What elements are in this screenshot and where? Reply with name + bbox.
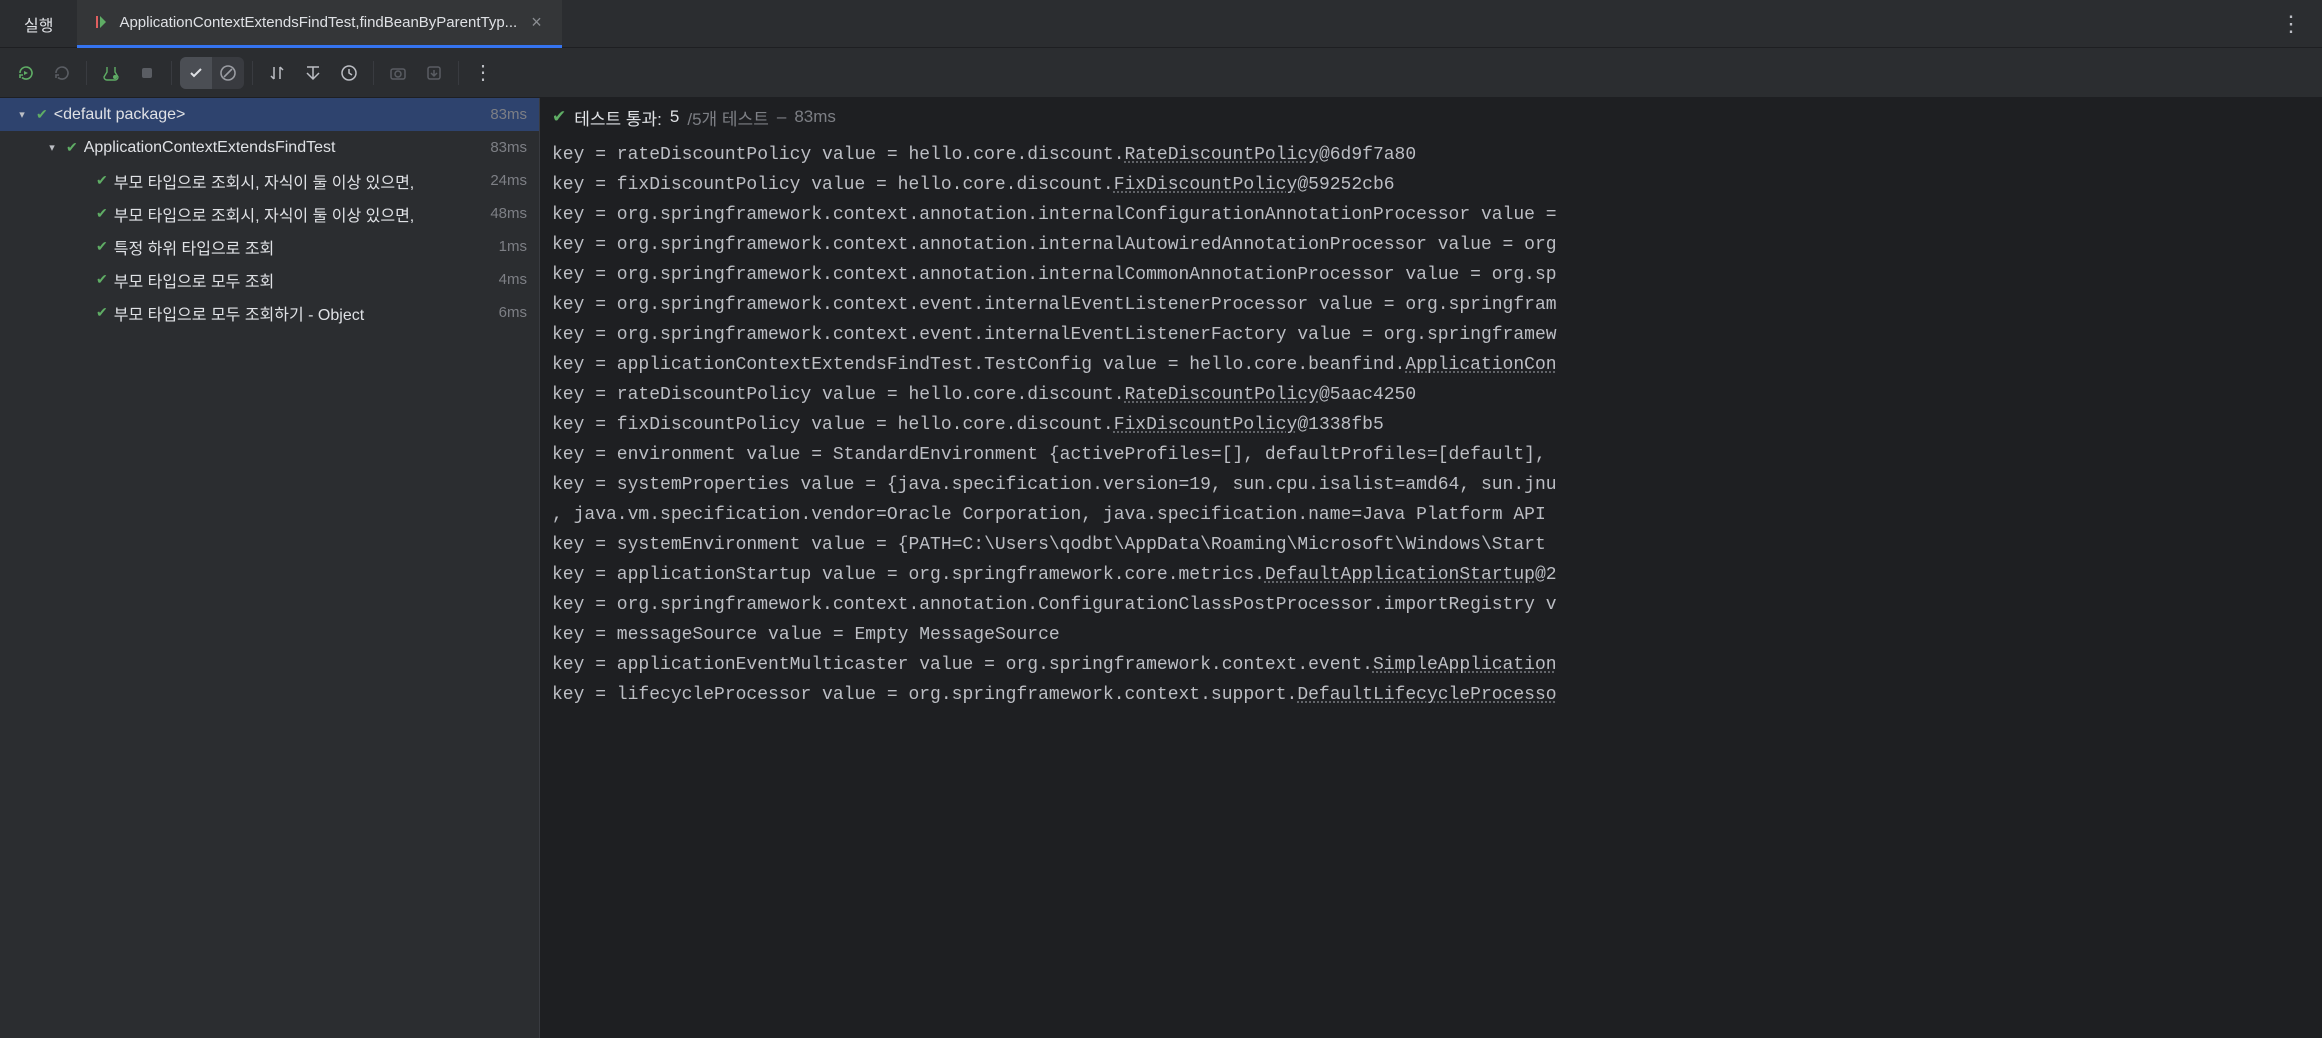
tree-node-label: 부모 타입으로 모두 조회하기 - Object bbox=[114, 301, 499, 325]
console-line: key = messageSource value = Empty Messag… bbox=[552, 620, 2310, 650]
toolbar-more-icon[interactable]: ⋮ bbox=[467, 57, 499, 89]
tree-test-row[interactable]: ✔ 부모 타입으로 모두 조회하기 - Object 6ms bbox=[0, 296, 539, 329]
expand-all-button[interactable] bbox=[297, 57, 329, 89]
tree-node-label: 부모 타입으로 모두 조회 bbox=[114, 268, 499, 292]
tree-node-label: ApplicationContextExtendsFindTest bbox=[84, 139, 491, 157]
show-ignored-button[interactable] bbox=[212, 57, 244, 89]
tab-title: ApplicationContextExtendsFindTest,findBe… bbox=[119, 14, 517, 31]
status-count: 5 bbox=[670, 107, 679, 127]
pass-icon: ✔ bbox=[96, 238, 108, 255]
more-menu-icon[interactable]: ⋮ bbox=[2260, 11, 2322, 37]
pass-icon: ✔ bbox=[96, 304, 108, 321]
console-output[interactable]: key = rateDiscountPolicy value = hello.c… bbox=[540, 136, 2322, 1038]
stop-button[interactable] bbox=[131, 57, 163, 89]
tree-node-label: 부모 타입으로 조회시, 자식이 둘 이상 있으면, bbox=[114, 202, 491, 226]
tree-node-time: 83ms bbox=[490, 139, 527, 156]
console-line: key = org.springframework.context.annota… bbox=[552, 200, 2310, 230]
run-config-icon bbox=[93, 14, 109, 30]
console-line: key = org.springframework.context.annota… bbox=[552, 260, 2310, 290]
tree-test-row[interactable]: ✔ 부모 타입으로 조회시, 자식이 둘 이상 있으면, 24ms bbox=[0, 164, 539, 197]
status-dash: – bbox=[777, 107, 786, 127]
pass-icon: ✔ bbox=[66, 139, 78, 156]
pass-icon: ✔ bbox=[96, 205, 108, 222]
run-toolbar: ⋮ bbox=[0, 48, 2322, 98]
tree-class-row[interactable]: ▾ ✔ ApplicationContextExtendsFindTest 83… bbox=[0, 131, 539, 164]
export-button[interactable] bbox=[418, 57, 450, 89]
show-passed-button[interactable] bbox=[180, 57, 212, 89]
tree-node-label: 부모 타입으로 조회시, 자식이 둘 이상 있으면, bbox=[114, 169, 491, 193]
close-icon[interactable]: × bbox=[527, 12, 546, 33]
tree-node-label: 특정 하위 타입으로 조회 bbox=[114, 235, 499, 259]
console-line: key = rateDiscountPolicy value = hello.c… bbox=[552, 140, 2310, 170]
status-total: /5개 테스트 bbox=[687, 105, 768, 130]
tree-root-row[interactable]: ▾ ✔ <default package> 83ms bbox=[0, 98, 539, 131]
console-line: key = applicationEventMulticaster value … bbox=[552, 650, 2310, 680]
pass-icon: ✔ bbox=[96, 172, 108, 189]
console-line: key = fixDiscountPolicy value = hello.co… bbox=[552, 170, 2310, 200]
tree-test-row[interactable]: ✔ 특정 하위 타입으로 조회 1ms bbox=[0, 230, 539, 263]
screenshot-button[interactable] bbox=[382, 57, 414, 89]
tree-node-time: 83ms bbox=[490, 106, 527, 123]
console-line: key = org.springframework.context.annota… bbox=[552, 230, 2310, 260]
console-line: key = org.springframework.context.annota… bbox=[552, 590, 2310, 620]
console-line: key = org.springframework.context.event.… bbox=[552, 290, 2310, 320]
console-line: key = fixDiscountPolicy value = hello.co… bbox=[552, 410, 2310, 440]
tree-node-time: 48ms bbox=[490, 205, 527, 222]
tree-node-time: 1ms bbox=[499, 238, 527, 255]
toggle-auto-test-button[interactable] bbox=[95, 57, 127, 89]
status-label: 테스트 통과: bbox=[574, 105, 662, 130]
pass-icon: ✔ bbox=[552, 107, 566, 127]
console-line: key = lifecycleProcessor value = org.spr… bbox=[552, 680, 2310, 710]
run-tool-label: 실행 bbox=[0, 12, 77, 36]
rerun-button[interactable] bbox=[10, 57, 42, 89]
chevron-down-icon[interactable]: ▾ bbox=[14, 108, 30, 121]
console-line: key = environment value = StandardEnviro… bbox=[552, 440, 2310, 470]
pass-icon: ✔ bbox=[36, 106, 48, 123]
title-bar: 실행 ApplicationContextExtendsFindTest,fin… bbox=[0, 0, 2322, 48]
console-line: key = systemProperties value = {java.spe… bbox=[552, 470, 2310, 500]
test-tree-panel: ▾ ✔ <default package> 83ms ▾ ✔ Applicati… bbox=[0, 98, 540, 1038]
tree-node-time: 24ms bbox=[490, 172, 527, 189]
pass-icon: ✔ bbox=[96, 271, 108, 288]
tree-node-time: 6ms bbox=[499, 304, 527, 321]
console-line: key = applicationContextExtendsFindTest.… bbox=[552, 350, 2310, 380]
rerun-failed-button[interactable] bbox=[46, 57, 78, 89]
main-area: ▾ ✔ <default package> 83ms ▾ ✔ Applicati… bbox=[0, 98, 2322, 1038]
sort-button[interactable] bbox=[261, 57, 293, 89]
tree-node-time: 4ms bbox=[499, 271, 527, 288]
show-passed-ignored-group bbox=[180, 57, 244, 89]
tree-test-row[interactable]: ✔ 부모 타입으로 모두 조회 4ms bbox=[0, 263, 539, 296]
test-status-bar: ✔ 테스트 통과: 5 /5개 테스트 – 83ms bbox=[540, 98, 2322, 136]
run-tab[interactable]: ApplicationContextExtendsFindTest,findBe… bbox=[77, 0, 561, 48]
console-panel: ✔ 테스트 통과: 5 /5개 테스트 – 83ms key = rateDis… bbox=[540, 98, 2322, 1038]
console-line: key = rateDiscountPolicy value = hello.c… bbox=[552, 380, 2310, 410]
console-line: , java.vm.specification.vendor=Oracle Co… bbox=[552, 500, 2310, 530]
console-line: key = org.springframework.context.event.… bbox=[552, 320, 2310, 350]
chevron-down-icon[interactable]: ▾ bbox=[44, 141, 60, 154]
history-button[interactable] bbox=[333, 57, 365, 89]
console-line: key = applicationStartup value = org.spr… bbox=[552, 560, 2310, 590]
tree-node-label: <default package> bbox=[54, 106, 491, 124]
tree-test-row[interactable]: ✔ 부모 타입으로 조회시, 자식이 둘 이상 있으면, 48ms bbox=[0, 197, 539, 230]
console-line: key = systemEnvironment value = {PATH=C:… bbox=[552, 530, 2310, 560]
status-time: 83ms bbox=[794, 107, 836, 127]
